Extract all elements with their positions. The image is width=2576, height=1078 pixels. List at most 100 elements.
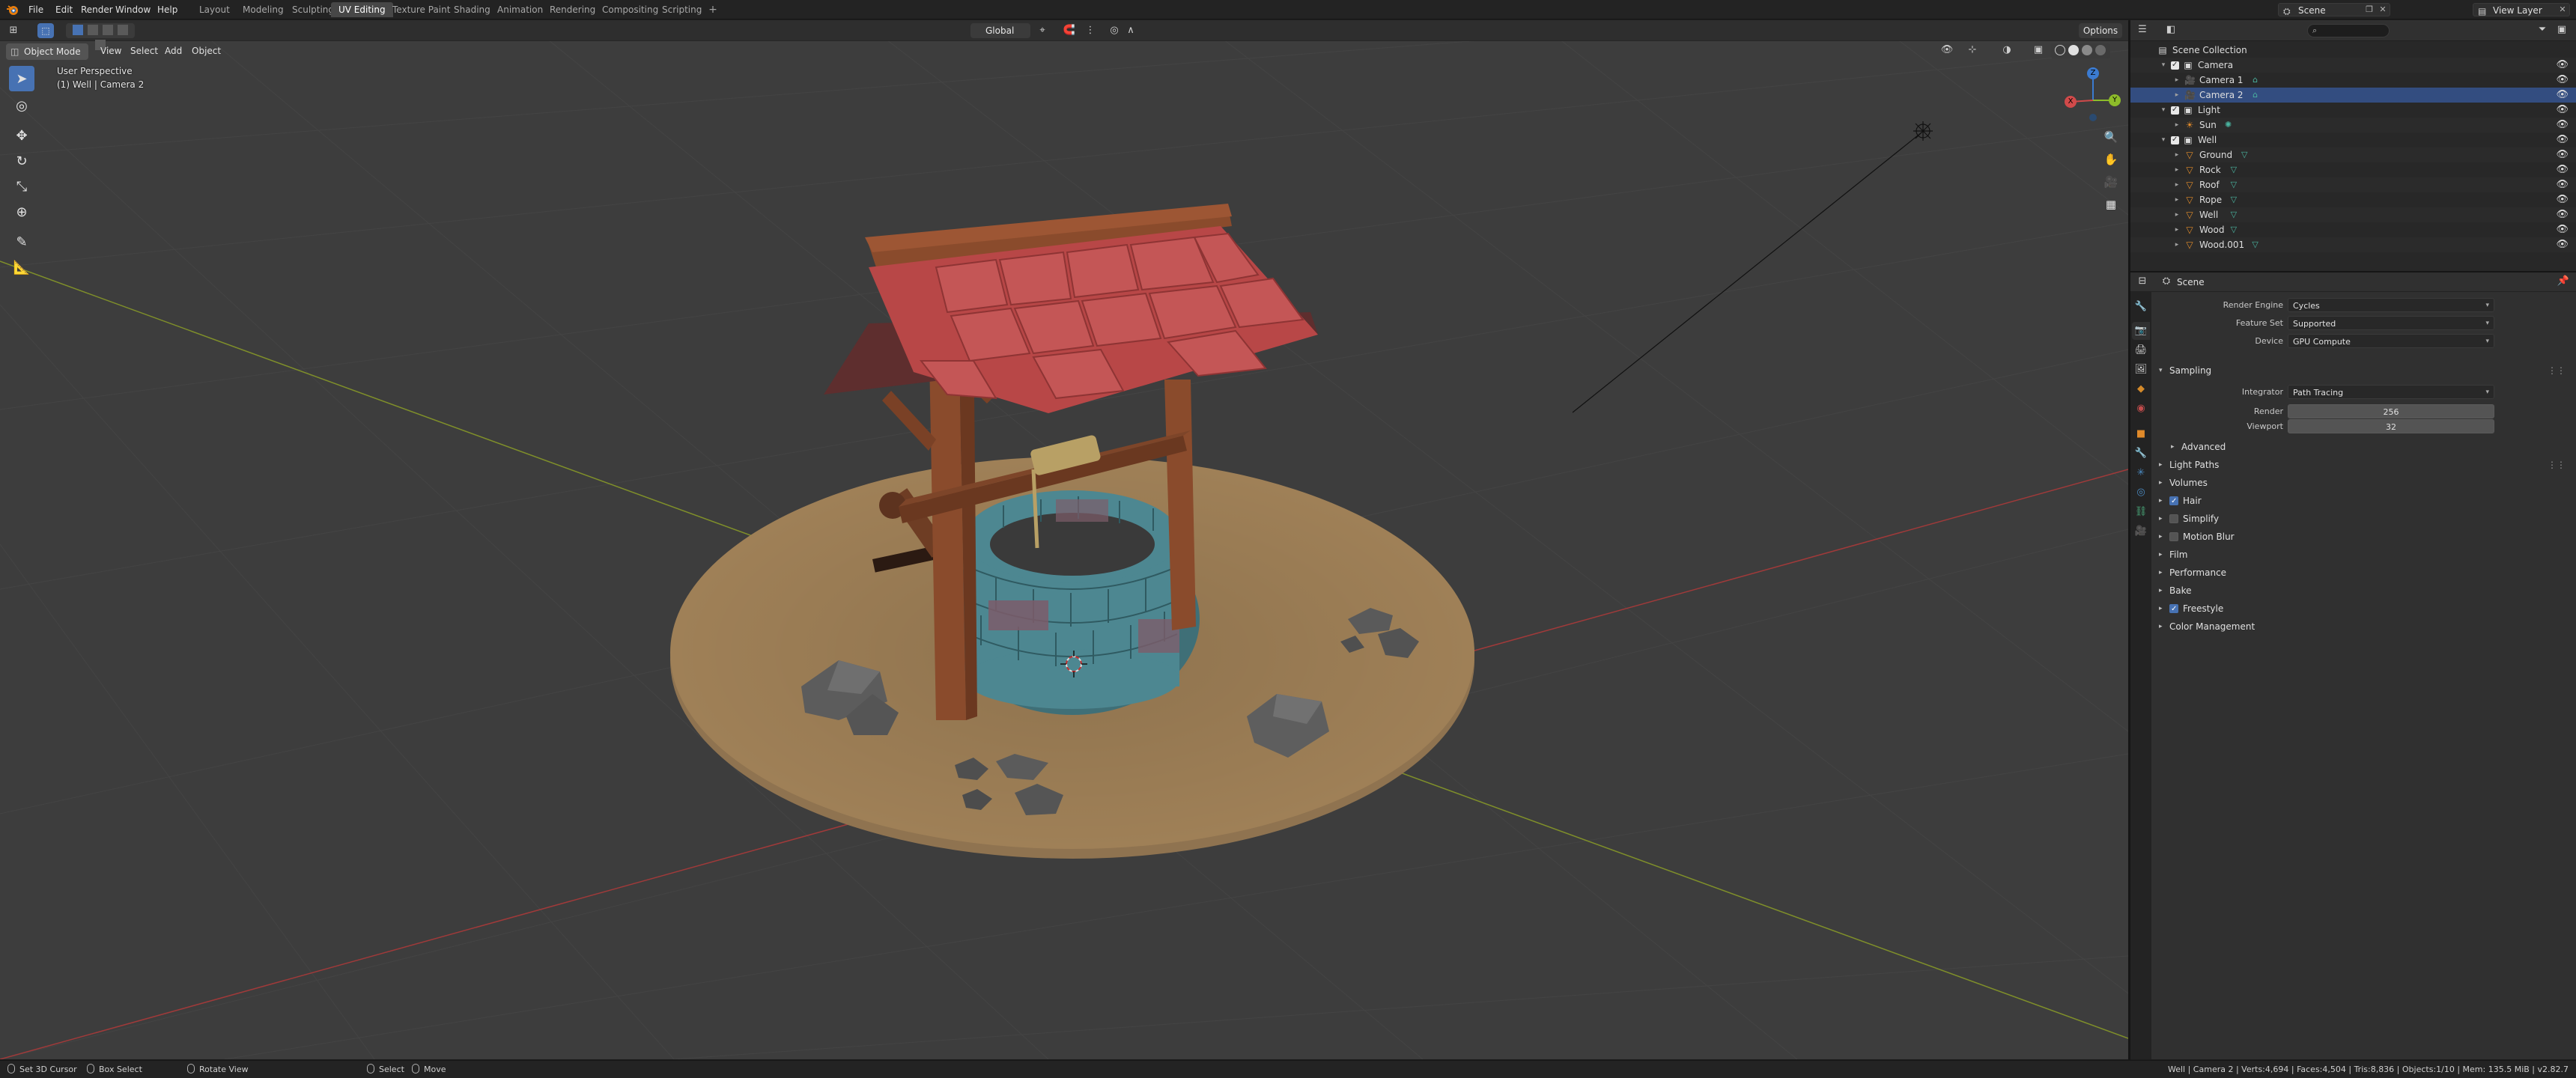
visibility-eye-icon[interactable]: 👁 xyxy=(2556,118,2569,133)
freestyle-checkbox[interactable] xyxy=(2169,601,2178,618)
delete-scene-icon[interactable]: ✕ xyxy=(2376,4,2390,16)
device-select[interactable]: GPU Compute ▾ xyxy=(2288,334,2494,348)
mesh-data-icon[interactable]: ▽ xyxy=(2229,195,2239,205)
world-tab-icon[interactable]: ◉ xyxy=(2132,400,2150,418)
visibility-eye-icon[interactable]: 👁 xyxy=(2556,207,2569,222)
shading-mode-buttons[interactable] xyxy=(2050,43,2110,58)
tab-scripting[interactable]: Scripting xyxy=(654,2,709,17)
set-new-selection-icon[interactable] xyxy=(73,25,84,35)
perspective-toggle-icon[interactable]: ▦ xyxy=(2100,193,2122,216)
render-tab-icon[interactable]: 📷 xyxy=(2132,322,2150,340)
film-panel-header[interactable]: ▸ Film xyxy=(2153,546,2576,563)
scene-selector[interactable]: ⛭ Scene ❐ ✕ xyxy=(2278,3,2390,16)
zoom-view-icon[interactable]: 🔍 xyxy=(2100,126,2122,148)
xray-icon[interactable]: ▣ xyxy=(2031,43,2046,57)
render-samples-field[interactable]: 256 xyxy=(2288,404,2494,418)
camera-data-icon[interactable]: ⌂ xyxy=(2250,90,2261,100)
expanded-arrow-icon[interactable]: ▾ xyxy=(2159,58,2168,73)
volumes-panel-header[interactable]: ▸ Volumes xyxy=(2153,475,2576,491)
delete-view-layer-icon[interactable]: ✕ xyxy=(2556,4,2569,16)
menu-object[interactable]: Object xyxy=(187,43,225,58)
exclude-checkbox[interactable] xyxy=(2171,103,2179,118)
pivot-point-icon[interactable]: ⌖ xyxy=(1035,24,1050,37)
motion-blur-checkbox[interactable] xyxy=(2169,532,2178,541)
outliner-row[interactable]: ▸ ▽ Wood.001 ▽ 👁 xyxy=(2130,237,2576,252)
advanced-subpanel-header[interactable]: ▸ Advanced xyxy=(2153,439,2576,455)
freestyle-panel-header[interactable]: ▸ Freestyle xyxy=(2153,600,2576,618)
simplify-panel-header[interactable]: ▸ Simplify xyxy=(2153,511,2576,527)
expanded-arrow-icon[interactable]: ▾ xyxy=(2159,133,2168,147)
bake-panel-header[interactable]: ▸ Bake xyxy=(2153,582,2576,599)
gizmo-z-axis[interactable]: Z xyxy=(2087,67,2099,79)
hair-panel-header[interactable]: ▸ Hair xyxy=(2153,493,2576,510)
selection-mode-buttons[interactable] xyxy=(66,23,135,50)
properties-editor-type-icon[interactable]: ⊟ xyxy=(2135,275,2150,288)
new-scene-icon[interactable]: ❐ xyxy=(2363,4,2376,16)
collapsed-arrow-icon[interactable]: ▸ xyxy=(2172,192,2181,207)
outliner-row[interactable]: ▸ ▽ Ground ▽ 👁 xyxy=(2130,147,2576,162)
area-divider-vertical[interactable] xyxy=(2128,20,2130,1060)
material-shading-icon[interactable] xyxy=(2081,45,2092,55)
tab-layout[interactable]: Layout xyxy=(192,2,237,17)
visibility-eye-icon[interactable]: 👁 xyxy=(2556,192,2569,207)
collapsed-arrow-icon[interactable]: ▸ xyxy=(2172,237,2181,252)
select-box-tool[interactable]: ➤ xyxy=(9,66,34,91)
annotate-tool[interactable]: ✎ xyxy=(9,229,34,255)
wireframe-shading-icon[interactable] xyxy=(2055,45,2066,55)
menu-select[interactable]: Select xyxy=(126,43,162,58)
sampling-panel-header[interactable]: ▾ Sampling ⋮⋮ xyxy=(2153,362,2576,379)
visibility-eye-icon[interactable]: 👁 xyxy=(2556,162,2569,177)
gizmo-y-axis[interactable]: Y xyxy=(2109,94,2121,106)
visibility-eye-icon[interactable]: 👁 xyxy=(2556,177,2569,192)
drag-handle-icon[interactable]: ⋮⋮ xyxy=(2548,362,2566,379)
outliner-row[interactable]: ▸ ▽ Wood ▽ 👁 xyxy=(2130,222,2576,237)
outliner-row[interactable]: ▸ 🎥 Camera 2 ⌂ 👁 xyxy=(2130,88,2576,103)
mesh-data-icon[interactable]: ▽ xyxy=(2229,225,2239,235)
simplify-checkbox[interactable] xyxy=(2169,514,2178,523)
tab-uv-editing[interactable]: UV Editing xyxy=(331,2,393,17)
collapsed-arrow-icon[interactable]: ▸ xyxy=(2172,147,2181,162)
area-divider-horizontal[interactable] xyxy=(2130,271,2576,272)
pin-icon[interactable]: 📌 xyxy=(2556,275,2571,288)
cursor-tool[interactable]: ◎ xyxy=(9,93,34,118)
proportional-editing-icon[interactable]: ◎ xyxy=(1107,24,1122,37)
show-gizmo-icon[interactable]: ⊹ xyxy=(1965,43,1980,57)
transform-tool[interactable]: ⊕ xyxy=(9,199,34,225)
visibility-eye-icon[interactable]: 👁 xyxy=(2556,73,2569,88)
collapsed-arrow-icon[interactable]: ▸ xyxy=(2172,177,2181,192)
gizmo-x-axis[interactable]: X xyxy=(2065,96,2077,108)
editor-type-icon[interactable]: ⊞ xyxy=(6,24,21,37)
subtract-selection-icon[interactable] xyxy=(102,25,113,35)
mesh-data-icon[interactable]: ▽ xyxy=(2229,210,2239,220)
visibility-eye-icon[interactable]: 👁 xyxy=(2556,88,2569,103)
outliner-row[interactable]: ▸ 🎥 Camera 1 ⌂ 👁 xyxy=(2130,73,2576,88)
menu-edit[interactable]: Edit xyxy=(51,3,77,16)
filter-icon[interactable]: ⏷ xyxy=(2535,23,2550,37)
feature-set-select[interactable]: Supported ▾ xyxy=(2288,316,2494,330)
select-box-tool-icon[interactable]: ⬚ xyxy=(37,23,54,38)
tab-animation[interactable]: Animation xyxy=(490,2,550,17)
snap-target-icon[interactable]: ⋮ xyxy=(1083,24,1098,37)
viewport-samples-field[interactable]: 32 xyxy=(2288,419,2494,433)
outliner-search-input[interactable]: ⌕ xyxy=(2307,24,2390,37)
mesh-data-icon[interactable]: ▽ xyxy=(2229,180,2239,190)
output-tab-icon[interactable]: 🖨 xyxy=(2132,341,2150,359)
visibility-eye-icon[interactable]: 👁 xyxy=(2556,237,2569,252)
tab-modeling[interactable]: Modeling xyxy=(235,2,291,17)
outliner-editor-type-icon[interactable]: ☰ xyxy=(2135,23,2150,37)
extend-selection-icon[interactable] xyxy=(88,25,99,35)
new-collection-icon[interactable]: ▣ xyxy=(2554,23,2569,37)
rendered-shading-icon[interactable] xyxy=(2094,45,2106,55)
scale-tool[interactable]: ⤡ xyxy=(9,174,34,199)
rotate-tool[interactable]: ↻ xyxy=(9,148,34,174)
tool-tab-icon[interactable]: 🔧 xyxy=(2132,298,2150,316)
expanded-arrow-icon[interactable]: ▾ xyxy=(2159,103,2168,118)
pan-view-icon[interactable]: ✋ xyxy=(2100,148,2122,171)
data-tab-icon[interactable]: 🎥 xyxy=(2132,523,2150,540)
blender-logo-icon[interactable] xyxy=(6,3,19,16)
constraints-tab-icon[interactable]: ⛓ xyxy=(2132,503,2150,521)
object-tab-icon[interactable]: ■ xyxy=(2132,425,2150,443)
outliner-row[interactable]: ▸ ▽ Rope ▽ 👁 xyxy=(2130,192,2576,207)
integrator-select[interactable]: Path Tracing ▾ xyxy=(2288,385,2494,399)
collapsed-arrow-icon[interactable]: ▸ xyxy=(2172,73,2181,88)
